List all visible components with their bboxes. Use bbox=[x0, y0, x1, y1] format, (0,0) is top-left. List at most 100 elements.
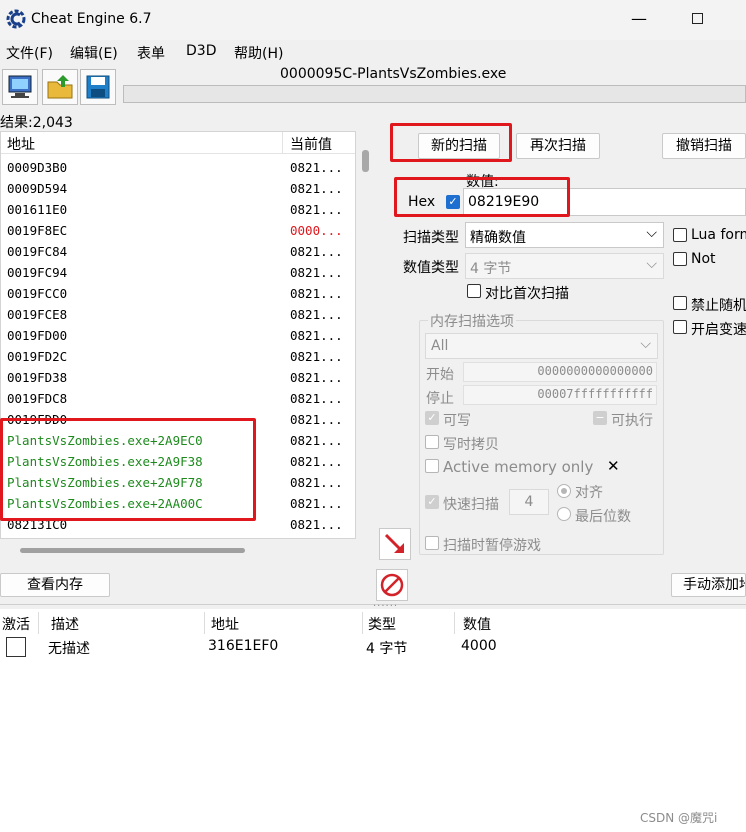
row-type[interactable]: 4 字节 bbox=[366, 638, 407, 658]
header-description[interactable]: 描述 bbox=[51, 614, 79, 634]
address-table[interactable]: 激活 描述 地址 类型 数值 无描述 316E1EF0 4 字节 4000 CS… bbox=[0, 609, 746, 832]
list-item[interactable]: 001611E0 0821... bbox=[1, 199, 355, 220]
row-description[interactable]: 无描述 bbox=[48, 638, 90, 658]
memory-options-title: 内存扫描选项 bbox=[428, 311, 516, 331]
row-address: 001611E0 bbox=[7, 202, 68, 217]
header-address[interactable]: 地址 bbox=[211, 614, 239, 634]
fast-scan-checkbox[interactable]: ✓ bbox=[425, 495, 439, 509]
no-random-checkbox[interactable] bbox=[673, 296, 687, 310]
last-digits-radio[interactable] bbox=[557, 507, 571, 521]
value-type-label: 数值类型 bbox=[403, 260, 459, 276]
scan-progress-bar bbox=[123, 85, 746, 103]
pause-game-checkbox[interactable] bbox=[425, 536, 439, 550]
minimize-button[interactable]: — bbox=[628, 8, 650, 30]
lua-formula-checkbox[interactable] bbox=[673, 228, 687, 242]
fast-scan-input[interactable]: 4 bbox=[509, 489, 549, 515]
scan-type-select[interactable]: 精确数值 ⌵ bbox=[465, 222, 664, 248]
row-address: 0019FC84 bbox=[7, 244, 68, 259]
value-type-value: 4 字节 bbox=[470, 261, 512, 277]
row-address: 0019FCE8 bbox=[7, 307, 68, 322]
copy-on-write-label: 写时拷贝 bbox=[443, 437, 499, 453]
lua-formula-label: Lua formula bbox=[691, 227, 746, 243]
highlight-module-addresses bbox=[0, 418, 256, 521]
row-value: 0821... bbox=[290, 412, 343, 427]
menu-table[interactable]: 表单 bbox=[137, 43, 165, 63]
column-current-value[interactable]: 当前值 bbox=[290, 134, 332, 154]
writable-checkbox[interactable]: ✓ bbox=[425, 411, 439, 425]
list-item[interactable]: 0019FC84 0821... bbox=[1, 241, 355, 262]
start-address-input[interactable]: 0000000000000000 bbox=[463, 362, 657, 382]
active-checkbox[interactable] bbox=[6, 637, 26, 657]
row-value: 0821... bbox=[290, 265, 343, 280]
stop-address-input[interactable]: 00007fffffffffff bbox=[463, 385, 657, 405]
row-address: 0009D594 bbox=[7, 181, 68, 196]
open-file-button[interactable] bbox=[42, 69, 78, 105]
header-value[interactable]: 数值 bbox=[463, 614, 491, 634]
no-random-label: 禁止随机 bbox=[691, 298, 746, 314]
red-arrow-icon bbox=[384, 533, 404, 553]
add-to-list-button[interactable] bbox=[379, 528, 411, 560]
chevron-down-icon: ⌵ bbox=[640, 336, 651, 352]
start-address-value: 0000000000000000 bbox=[537, 364, 653, 378]
compare-first-checkbox[interactable] bbox=[467, 284, 481, 298]
list-item[interactable]: 0019FCC0 0821... bbox=[1, 283, 355, 304]
menu-file[interactable]: 文件(F) bbox=[6, 43, 53, 63]
column-separator bbox=[454, 612, 455, 634]
region-value: All bbox=[431, 338, 449, 354]
add-address-manually-button[interactable]: 手动添加地址 bbox=[671, 573, 746, 597]
next-scan-button[interactable]: 再次扫描 bbox=[516, 133, 600, 159]
header-type[interactable]: 类型 bbox=[368, 614, 396, 634]
save-button[interactable] bbox=[80, 69, 116, 105]
column-separator bbox=[38, 612, 39, 634]
maximize-button[interactable] bbox=[686, 8, 708, 30]
open-process-button[interactable] bbox=[2, 69, 38, 105]
row-value: 0821... bbox=[290, 391, 343, 406]
list-item[interactable]: 0019FDC8 0821... bbox=[1, 388, 355, 409]
list-item[interactable]: 0009D3B0 0821... bbox=[1, 157, 355, 178]
region-select[interactable]: All ⌵ bbox=[425, 333, 658, 359]
horizontal-scrollbar[interactable] bbox=[20, 548, 245, 553]
vertical-scrollbar[interactable] bbox=[362, 150, 369, 172]
copy-on-write-checkbox[interactable] bbox=[425, 435, 439, 449]
chevron-down-icon: ⌵ bbox=[646, 256, 657, 272]
speedhack-label: 开启变速精灵 bbox=[691, 322, 746, 338]
close-icon[interactable]: ✕ bbox=[607, 457, 620, 475]
menu-edit[interactable]: 编辑(E) bbox=[70, 43, 118, 63]
list-item[interactable]: 0019FC94 0821... bbox=[1, 262, 355, 283]
splitter-grip[interactable]: ...... bbox=[373, 598, 398, 609]
menu-help[interactable]: 帮助(H) bbox=[234, 43, 283, 63]
list-item[interactable]: 0019FCE8 0821... bbox=[1, 304, 355, 325]
highlight-new-scan bbox=[390, 123, 512, 162]
watermark: CSDN @魔咒i bbox=[640, 811, 718, 825]
clear-list-button[interactable] bbox=[376, 569, 408, 601]
stop-address-value: 00007fffffffffff bbox=[537, 387, 653, 401]
list-item[interactable]: 0019FD2C 0821... bbox=[1, 346, 355, 367]
column-address[interactable]: 地址 bbox=[7, 134, 35, 154]
stop-icon bbox=[380, 573, 404, 597]
row-value[interactable]: 4000 bbox=[461, 638, 497, 654]
computer-icon bbox=[8, 75, 32, 98]
row-value: 0821... bbox=[290, 349, 343, 364]
row-value: 0821... bbox=[290, 370, 343, 385]
row-address[interactable]: 316E1EF0 bbox=[208, 638, 278, 654]
list-item[interactable]: 0009D594 0821... bbox=[1, 178, 355, 199]
header-active[interactable]: 激活 bbox=[2, 614, 30, 634]
start-label: 开始 bbox=[426, 367, 454, 383]
value-type-select[interactable]: 4 字节 ⌵ bbox=[465, 253, 664, 279]
menu-d3d[interactable]: D3D bbox=[186, 43, 216, 59]
active-memory-checkbox[interactable] bbox=[425, 459, 439, 473]
speedhack-checkbox[interactable] bbox=[673, 320, 687, 334]
list-item[interactable]: 0019FD00 0821... bbox=[1, 325, 355, 346]
row-value: 0821... bbox=[290, 307, 343, 322]
executable-checkbox[interactable]: − bbox=[593, 411, 607, 425]
list-item[interactable]: 0019F8EC 0000... bbox=[1, 220, 355, 241]
view-memory-button[interactable]: 查看内存 bbox=[0, 573, 110, 597]
list-item[interactable]: 0019FD38 0821... bbox=[1, 367, 355, 388]
chevron-down-icon: ⌵ bbox=[646, 225, 657, 241]
scan-type-label: 扫描类型 bbox=[403, 230, 459, 246]
not-checkbox[interactable] bbox=[673, 252, 687, 266]
undo-scan-button[interactable]: 撤销扫描 bbox=[662, 133, 746, 159]
align-radio[interactable] bbox=[557, 484, 571, 498]
writable-label: 可写 bbox=[443, 413, 471, 429]
scan-type-value: 精确数值 bbox=[470, 230, 526, 246]
